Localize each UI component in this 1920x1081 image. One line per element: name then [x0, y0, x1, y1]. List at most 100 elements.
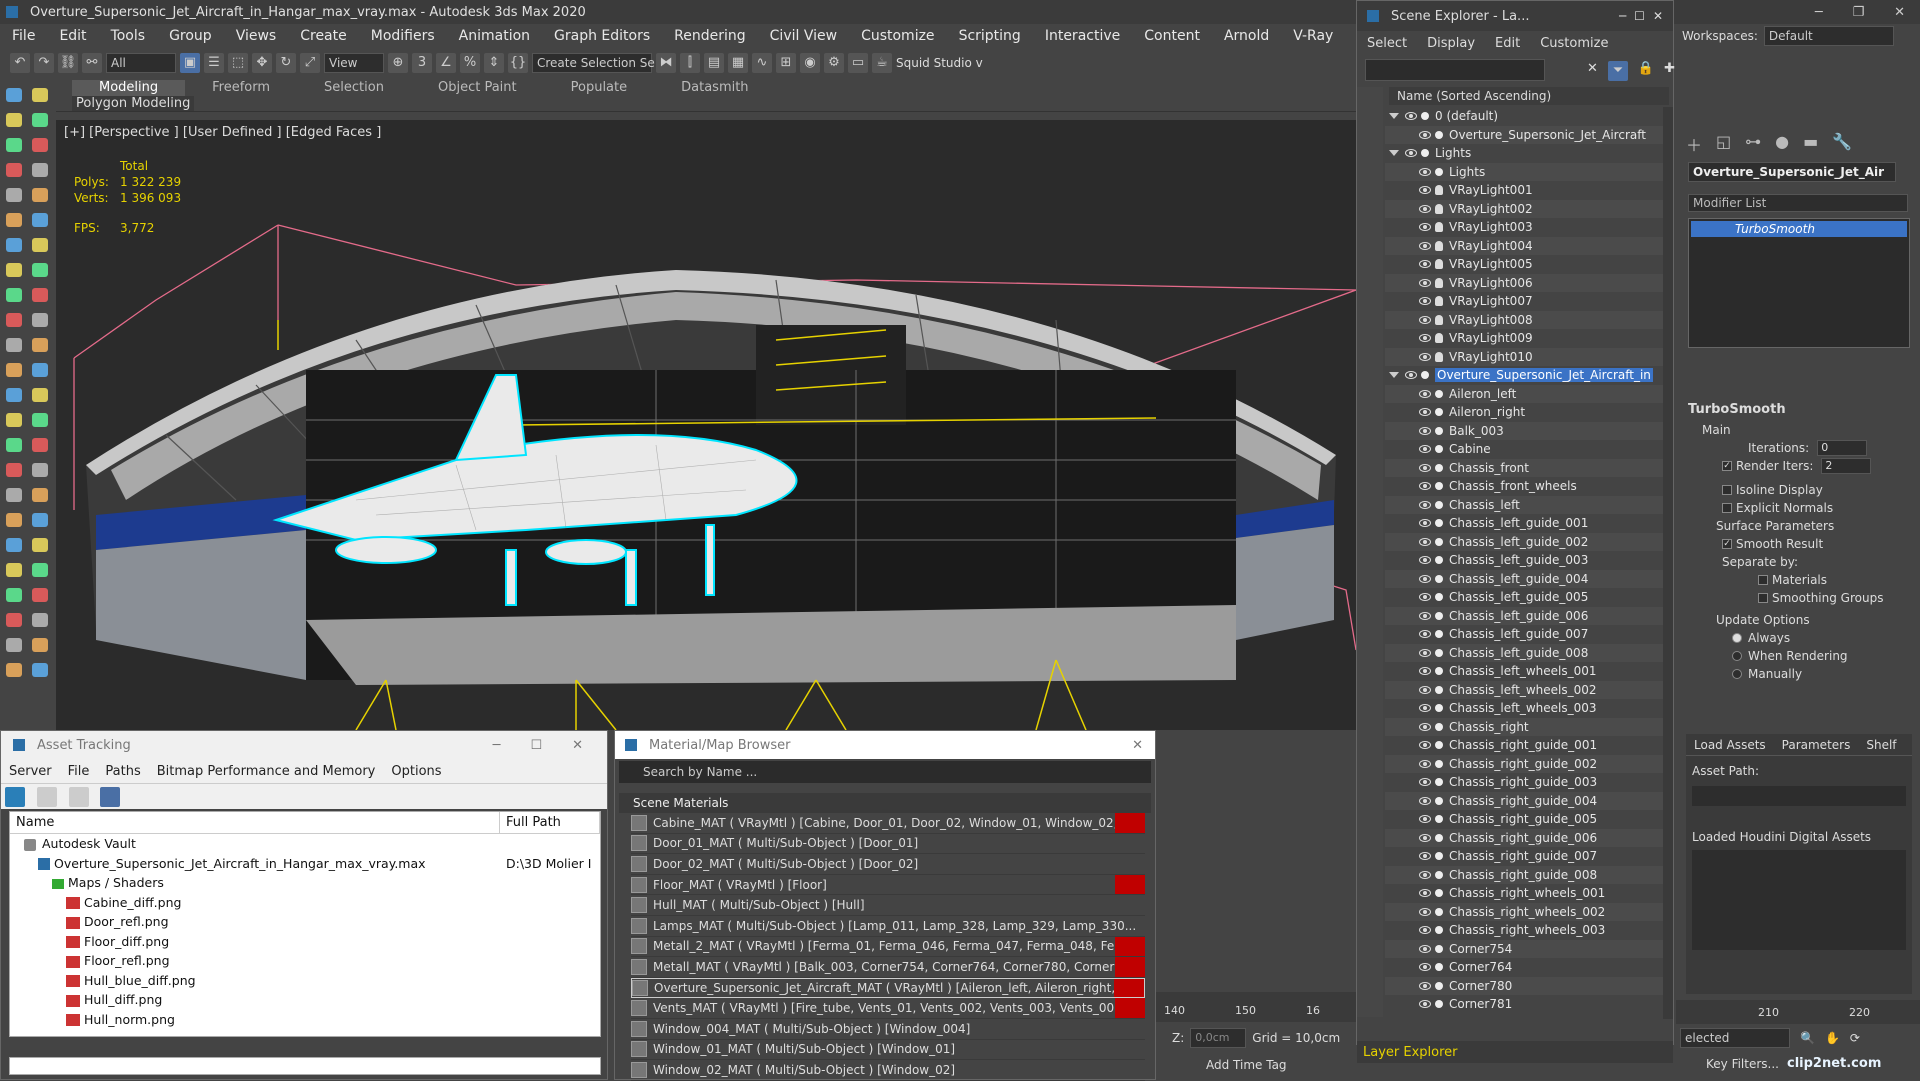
- selected-dropdown[interactable]: elected: [1680, 1028, 1790, 1048]
- layer-explorer-dropdown[interactable]: Layer Explorer: [1357, 1041, 1673, 1063]
- menu-tools[interactable]: Tools: [99, 24, 158, 48]
- visibility-eye-icon[interactable]: [1419, 297, 1431, 306]
- visibility-eye-icon[interactable]: [1419, 278, 1431, 287]
- ribbon-subtab[interactable]: Polygon Modeling: [72, 96, 195, 111]
- close-icon[interactable]: ✕: [1894, 5, 1905, 20]
- visibility-eye-icon[interactable]: [1419, 186, 1431, 195]
- visibility-eye-icon[interactable]: [1405, 149, 1417, 158]
- visibility-eye-icon[interactable]: [1419, 426, 1431, 435]
- scene-tree-row[interactable]: Chassis_right_wheels_003: [1385, 921, 1665, 940]
- table-row[interactable]: Overture_Supersonic_Jet_Aircraft_in_Hang…: [10, 853, 600, 873]
- tool-icon[interactable]: [32, 88, 48, 102]
- curve-editor-icon[interactable]: ∿: [752, 53, 772, 73]
- visibility-eye-icon[interactable]: [1419, 556, 1431, 565]
- scene-tree-row[interactable]: Chassis_left_guide_001: [1385, 514, 1665, 533]
- tool-icon[interactable]: [32, 238, 48, 252]
- maximize-icon[interactable]: ☐: [1634, 9, 1645, 23]
- undo-icon[interactable]: ↶: [10, 53, 30, 73]
- visibility-eye-icon[interactable]: [1419, 204, 1431, 213]
- tool-icon[interactable]: [6, 488, 22, 502]
- visibility-eye-icon[interactable]: [1419, 630, 1431, 639]
- render-iters-checkbox[interactable]: ✓: [1722, 461, 1732, 471]
- hierarchy-tab-icon[interactable]: ⊶: [1745, 132, 1761, 156]
- add-layer-icon[interactable]: ✚: [1664, 61, 1675, 81]
- tool-icon[interactable]: [32, 463, 48, 477]
- visibility-eye-icon[interactable]: [1419, 334, 1431, 343]
- scene-tree-row[interactable]: Lights: [1385, 144, 1665, 163]
- tool-icon[interactable]: [32, 488, 48, 502]
- material-list-item[interactable]: Floor_MAT ( VRayMtl ) [Floor]: [631, 874, 1145, 896]
- update-always-radio[interactable]: [1732, 633, 1742, 643]
- explicit-normals-checkbox[interactable]: [1722, 503, 1732, 513]
- align-icon[interactable]: ⫿: [680, 53, 700, 73]
- visibility-eye-icon[interactable]: [1419, 944, 1431, 953]
- tool-icon[interactable]: [6, 113, 22, 127]
- rect-selection-icon[interactable]: ⬚: [228, 53, 248, 73]
- timeline-ruler-right[interactable]: 210 220: [1676, 1000, 1920, 1024]
- snap-icon[interactable]: 3: [412, 53, 432, 73]
- asset-menu-file[interactable]: File: [60, 764, 98, 779]
- close-icon[interactable]: ✕: [1132, 738, 1143, 753]
- visibility-eye-icon[interactable]: [1419, 907, 1431, 916]
- viewport-label[interactable]: [+] [Perspective ] [User Defined ] [Edge…: [64, 125, 381, 140]
- material-list-item[interactable]: Hull_MAT ( Multi/Sub-Object ) [Hull]: [631, 895, 1145, 916]
- select-by-name-icon[interactable]: ☰: [204, 53, 224, 73]
- link-icon[interactable]: ⛓: [58, 53, 78, 73]
- tool-icon[interactable]: [32, 338, 48, 352]
- clear-search-icon[interactable]: ✕: [1587, 61, 1598, 81]
- material-list-item[interactable]: Overture_Supersonic_Jet_Aircraft_MAT ( V…: [631, 977, 1145, 999]
- visibility-eye-icon[interactable]: [1419, 500, 1431, 509]
- visibility-eye-icon[interactable]: [1405, 112, 1417, 121]
- visibility-eye-icon[interactable]: [1419, 519, 1431, 528]
- scene-materials-group[interactable]: Scene Materials: [619, 793, 1151, 813]
- close-icon[interactable]: ✕: [1653, 9, 1663, 23]
- filter-icon[interactable]: ⏷: [1607, 61, 1628, 81]
- layer-icon[interactable]: ▤: [704, 53, 724, 73]
- redo-icon[interactable]: ↷: [34, 53, 54, 73]
- ribbon-tab-populate[interactable]: Populate: [544, 80, 655, 96]
- scene-tree-row[interactable]: Chassis_left_wheels_003: [1385, 699, 1665, 718]
- scene-tree-row[interactable]: VRayLight001: [1385, 181, 1665, 200]
- visibility-eye-icon[interactable]: [1419, 389, 1431, 398]
- tool-icon[interactable]: [6, 563, 22, 577]
- menu-civil-view[interactable]: Civil View: [758, 24, 849, 48]
- create-selection-set-dropdown[interactable]: Create Selection Se: [532, 53, 655, 73]
- material-list-item[interactable]: Window_02_MAT ( Multi/Sub-Object ) [Wind…: [631, 1060, 1145, 1081]
- material-list-item[interactable]: Door_01_MAT ( Multi/Sub-Object ) [Door_0…: [631, 834, 1145, 855]
- tool-icon[interactable]: [6, 613, 22, 627]
- expand-arrow-icon[interactable]: [1389, 372, 1399, 379]
- tool-icon[interactable]: [6, 263, 22, 277]
- utilities-tab-icon[interactable]: 🔧: [1832, 132, 1852, 156]
- tool-icon[interactable]: [6, 588, 22, 602]
- motion-tab-icon[interactable]: ●: [1775, 132, 1789, 156]
- tool-icon[interactable]: [32, 313, 48, 327]
- visibility-eye-icon[interactable]: [1419, 130, 1431, 139]
- scene-tree-row[interactable]: Overture_Supersonic_Jet_Aircraft: [1385, 125, 1665, 144]
- visibility-eye-icon[interactable]: [1419, 648, 1431, 657]
- tool-icon[interactable]: [6, 538, 22, 552]
- visibility-eye-icon[interactable]: [1419, 926, 1431, 935]
- restore-icon[interactable]: ❐: [1853, 5, 1865, 20]
- menu-modifiers[interactable]: Modifiers: [359, 24, 447, 48]
- selection-filter-dropdown[interactable]: All: [106, 53, 176, 73]
- scene-tree-row[interactable]: Chassis_right_guide_005: [1385, 810, 1665, 829]
- render-icon[interactable]: ☕: [872, 53, 892, 73]
- material-list-item[interactable]: Metall_2_MAT ( VRayMtl ) [Ferma_01, Ferm…: [631, 936, 1145, 958]
- visibility-eye-icon[interactable]: [1419, 611, 1431, 620]
- table-row[interactable]: Hull_blue_diff.png: [10, 971, 600, 991]
- scene-tree-row[interactable]: Balk_003: [1385, 421, 1665, 440]
- modifier-stack-turbosmooth[interactable]: TurboSmooth: [1691, 221, 1907, 237]
- timeline-ruler[interactable]: 140 150 16: [1156, 992, 1356, 1022]
- scene-tree-row[interactable]: VRayLight003: [1385, 218, 1665, 237]
- z-coordinate-field[interactable]: 0,0cm: [1190, 1028, 1247, 1048]
- smooth-result-checkbox[interactable]: ✓: [1722, 539, 1732, 549]
- scale-icon[interactable]: ⤢: [300, 53, 320, 73]
- move-icon[interactable]: ✥: [252, 53, 272, 73]
- orbit-icon[interactable]: ⟳: [1850, 1031, 1860, 1045]
- tool-icon[interactable]: [6, 663, 22, 677]
- scene-tree-row[interactable]: VRayLight004: [1385, 236, 1665, 255]
- visibility-eye-icon[interactable]: [1419, 315, 1431, 324]
- expand-arrow-icon[interactable]: [1389, 150, 1399, 157]
- visibility-eye-icon[interactable]: [1419, 759, 1431, 768]
- scene-explorer-column-header[interactable]: Name (Sorted Ascending): [1389, 87, 1669, 105]
